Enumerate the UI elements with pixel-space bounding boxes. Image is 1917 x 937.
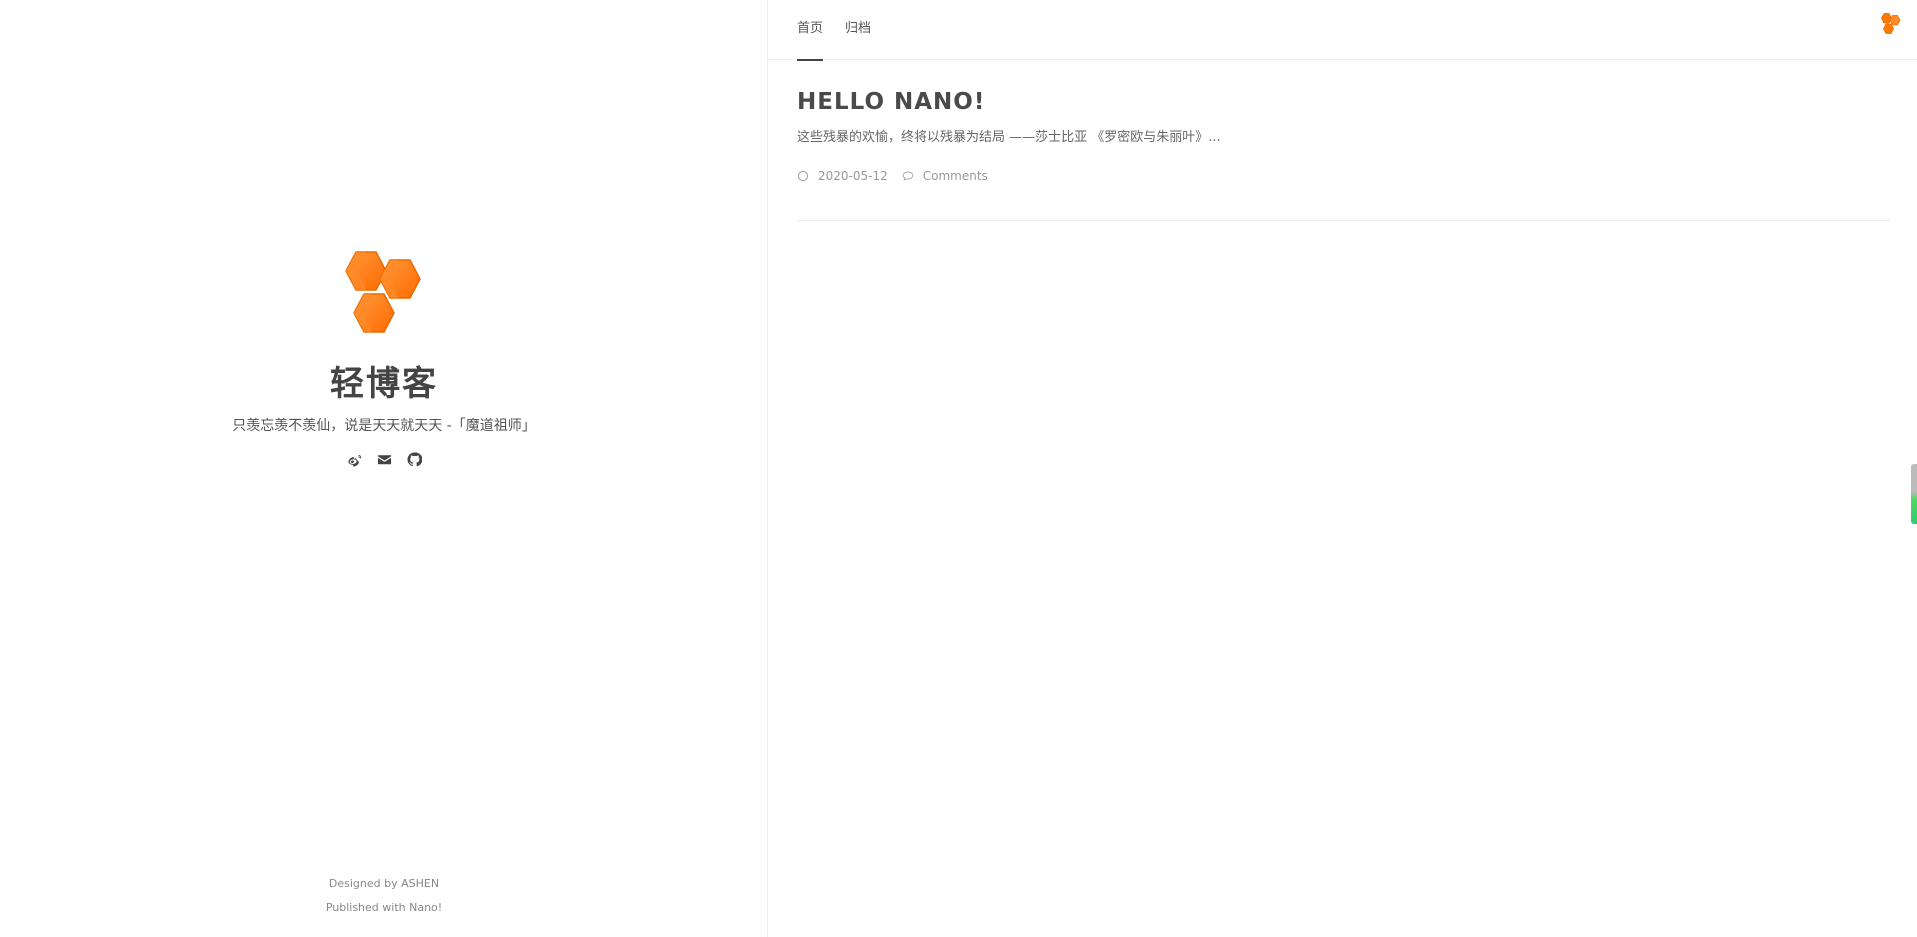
- weibo-link[interactable]: [345, 450, 363, 468]
- sidebar: 轻博客 只羡忘羡不羡仙，说是天天就天天 -「魔道祖师」 Designed by …: [0, 0, 768, 937]
- top-nav: 首页 归档: [769, 0, 1917, 61]
- site-motto: 只羡忘羡不羡仙，说是天天就天天 -「魔道祖师」: [232, 418, 536, 434]
- post-date: 2020-05-12: [818, 169, 888, 183]
- github-icon: [406, 451, 422, 466]
- published-with-text[interactable]: Published with Nano!: [0, 896, 768, 920]
- nav-logo-icon[interactable]: [1877, 12, 1905, 40]
- site-title: 轻博客: [330, 364, 438, 404]
- tab-home[interactable]: 首页: [797, 0, 824, 61]
- post-title[interactable]: HELLO NANO!: [797, 87, 985, 117]
- github-link[interactable]: [405, 450, 423, 468]
- post-meta: 2020-05-12 Comments: [797, 167, 1890, 185]
- comments-link[interactable]: Comments: [923, 167, 988, 185]
- main-content: 首页 归档 HELLO NANO! 这些残暴的欢愉，终将以残暴为结局 ——莎士比…: [769, 0, 1917, 937]
- social-links: [345, 450, 423, 468]
- designed-by-text[interactable]: Designed by ASHEN: [0, 872, 768, 896]
- tab-archive[interactable]: 归档: [845, 0, 871, 60]
- brand-block: 轻博客 只羡忘羡不羡仙，说是天天就天天 -「魔道祖师」: [0, 246, 768, 468]
- honeycomb-logo[interactable]: [328, 246, 440, 358]
- clock-icon: [797, 170, 809, 182]
- page: 轻博客 只羡忘羡不羡仙，说是天天就天天 -「魔道祖师」 Designed by …: [0, 0, 1917, 937]
- scroll-indicator[interactable]: [1911, 464, 1917, 524]
- nav-tabs: 首页 归档: [797, 0, 871, 61]
- comment-icon: [902, 171, 914, 181]
- sidebar-footer: Designed by ASHEN Published with Nano!: [0, 872, 768, 920]
- post-excerpt: 这些残暴的欢愉，终将以残暴为结局 ——莎士比亚 《罗密欧与朱丽叶》...: [797, 130, 1221, 145]
- mail-link[interactable]: [375, 450, 393, 468]
- mail-icon: [377, 454, 391, 464]
- weibo-icon: [347, 454, 361, 467]
- post-card: HELLO NANO! 这些残暴的欢愉，终将以残暴为结局 ——莎士比亚 《罗密欧…: [797, 60, 1890, 221]
